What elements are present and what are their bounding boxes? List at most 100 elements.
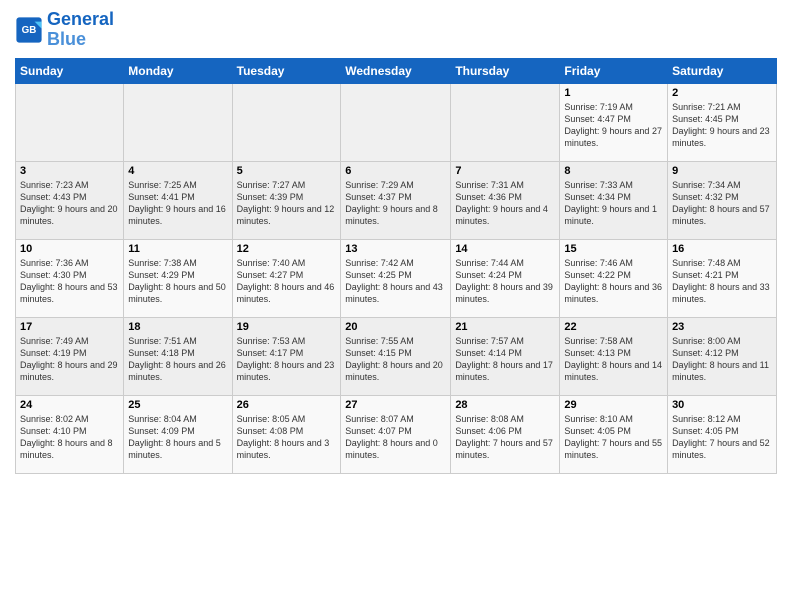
day-number: 7 bbox=[455, 165, 555, 177]
day-info: Sunrise: 7:55 AM Sunset: 4:15 PM Dayligh… bbox=[345, 335, 446, 384]
week-row-2: 3 Sunrise: 7:23 AM Sunset: 4:43 PM Daylig… bbox=[16, 161, 777, 239]
calendar-cell: 17Sunrise: 7:49 AM Sunset: 4:19 PM Dayli… bbox=[16, 317, 124, 395]
calendar-cell: 21 Sunrise: 7:57 AM Sunset: 4:14 PM Dayli… bbox=[451, 317, 560, 395]
day-number: 16 bbox=[672, 243, 772, 255]
day-number: 4 bbox=[128, 165, 227, 177]
week-row-3: 10 Sunrise: 7:36 AM Sunset: 4:30 PM Dayli… bbox=[16, 239, 777, 317]
day-info: Sunrise: 7:48 AM Sunset: 4:21 PM Dayligh… bbox=[672, 257, 772, 306]
day-info: Sunrise: 7:27 AM Sunset: 4:39 PM Dayligh… bbox=[237, 179, 337, 228]
day-number: 5 bbox=[237, 165, 337, 177]
day-info: Sunrise: 8:12 AM Sunset: 4:05 PM Dayligh… bbox=[672, 413, 772, 462]
calendar-cell: 1 Sunrise: 7:19 AM Sunset: 4:47 PM Daylig… bbox=[560, 83, 668, 161]
weekday-header-wednesday: Wednesday bbox=[341, 58, 451, 83]
day-number: 14 bbox=[455, 243, 555, 255]
calendar-cell: 19 Sunrise: 7:53 AM Sunset: 4:17 PM Dayli… bbox=[232, 317, 341, 395]
day-info: Sunrise: 7:31 AM Sunset: 4:36 PM Dayligh… bbox=[455, 179, 555, 228]
calendar-cell: 25 Sunrise: 8:04 AM Sunset: 4:09 PM Dayli… bbox=[124, 395, 232, 473]
day-number: 21 bbox=[455, 321, 555, 333]
calendar-cell: 2 Sunrise: 7:21 AM Sunset: 4:45 PM Daylig… bbox=[668, 83, 777, 161]
day-number: 20 bbox=[345, 321, 446, 333]
calendar-cell: 9 Sunrise: 7:34 AM Sunset: 4:32 PM Daylig… bbox=[668, 161, 777, 239]
logo: GB GeneralBlue bbox=[15, 10, 114, 50]
page-container: GB GeneralBlue SundayMondayTuesdayWednes… bbox=[0, 0, 792, 479]
day-info: Sunrise: 7:19 AM Sunset: 4:47 PM Dayligh… bbox=[564, 101, 663, 150]
day-number: 12 bbox=[237, 243, 337, 255]
day-number: 27 bbox=[345, 399, 446, 411]
day-info: Sunrise: 7:44 AM Sunset: 4:24 PM Dayligh… bbox=[455, 257, 555, 306]
calendar-cell: 24 Sunrise: 8:02 AM Sunset: 4:10 PM Dayli… bbox=[16, 395, 124, 473]
day-number: 24 bbox=[20, 399, 119, 411]
weekday-header-monday: Monday bbox=[124, 58, 232, 83]
calendar-cell bbox=[124, 83, 232, 161]
logo-icon: GB bbox=[15, 16, 43, 44]
calendar-cell: 26Sunrise: 8:05 AM Sunset: 4:08 PM Dayli… bbox=[232, 395, 341, 473]
day-info: Sunrise: 7:33 AM Sunset: 4:34 PM Dayligh… bbox=[564, 179, 663, 228]
day-info: Sunrise: 7:58 AM Sunset: 4:13 PM Dayligh… bbox=[564, 335, 663, 384]
calendar-cell: 6 Sunrise: 7:29 AM Sunset: 4:37 PM Daylig… bbox=[341, 161, 451, 239]
calendar-cell: 28 Sunrise: 8:08 AM Sunset: 4:06 PM Dayli… bbox=[451, 395, 560, 473]
day-info: Sunrise: 7:46 AM Sunset: 4:22 PM Dayligh… bbox=[564, 257, 663, 306]
day-number: 23 bbox=[672, 321, 772, 333]
day-info: Sunrise: 8:04 AM Sunset: 4:09 PM Dayligh… bbox=[128, 413, 227, 462]
calendar-cell: 4 Sunrise: 7:25 AM Sunset: 4:41 PM Daylig… bbox=[124, 161, 232, 239]
calendar-cell bbox=[341, 83, 451, 161]
calendar-cell: 27 Sunrise: 8:07 AM Sunset: 4:07 PM Dayli… bbox=[341, 395, 451, 473]
day-info: Sunrise: 8:05 AM Sunset: 4:08 PM Dayligh… bbox=[237, 413, 337, 462]
week-row-5: 24 Sunrise: 8:02 AM Sunset: 4:10 PM Dayli… bbox=[16, 395, 777, 473]
calendar-cell bbox=[232, 83, 341, 161]
calendar-cell: 8Sunrise: 7:33 AM Sunset: 4:34 PM Daylig… bbox=[560, 161, 668, 239]
day-info: Sunrise: 7:51 AM Sunset: 4:18 PM Dayligh… bbox=[128, 335, 227, 384]
day-number: 18 bbox=[128, 321, 227, 333]
calendar-cell: 18 Sunrise: 7:51 AM Sunset: 4:18 PM Dayli… bbox=[124, 317, 232, 395]
week-row-4: 17Sunrise: 7:49 AM Sunset: 4:19 PM Dayli… bbox=[16, 317, 777, 395]
day-info: Sunrise: 7:34 AM Sunset: 4:32 PM Dayligh… bbox=[672, 179, 772, 228]
day-info: Sunrise: 7:29 AM Sunset: 4:37 PM Dayligh… bbox=[345, 179, 446, 228]
calendar-table: SundayMondayTuesdayWednesdayThursdayFrid… bbox=[15, 58, 777, 474]
weekday-header-saturday: Saturday bbox=[668, 58, 777, 83]
day-number: 13 bbox=[345, 243, 446, 255]
day-info: Sunrise: 7:49 AM Sunset: 4:19 PM Dayligh… bbox=[20, 335, 119, 384]
calendar-cell: 10 Sunrise: 7:36 AM Sunset: 4:30 PM Dayli… bbox=[16, 239, 124, 317]
day-number: 2 bbox=[672, 87, 772, 99]
weekday-header-friday: Friday bbox=[560, 58, 668, 83]
day-number: 1 bbox=[564, 87, 663, 99]
day-info: Sunrise: 7:23 AM Sunset: 4:43 PM Dayligh… bbox=[20, 179, 119, 228]
svg-text:GB: GB bbox=[22, 25, 37, 36]
day-info: Sunrise: 7:40 AM Sunset: 4:27 PM Dayligh… bbox=[237, 257, 337, 306]
week-row-1: 1 Sunrise: 7:19 AM Sunset: 4:47 PM Daylig… bbox=[16, 83, 777, 161]
day-info: Sunrise: 7:53 AM Sunset: 4:17 PM Dayligh… bbox=[237, 335, 337, 384]
day-number: 28 bbox=[455, 399, 555, 411]
day-info: Sunrise: 7:38 AM Sunset: 4:29 PM Dayligh… bbox=[128, 257, 227, 306]
day-info: Sunrise: 8:02 AM Sunset: 4:10 PM Dayligh… bbox=[20, 413, 119, 462]
calendar-cell: 20 Sunrise: 7:55 AM Sunset: 4:15 PM Dayli… bbox=[341, 317, 451, 395]
day-info: Sunrise: 8:08 AM Sunset: 4:06 PM Dayligh… bbox=[455, 413, 555, 462]
calendar-cell: 13Sunrise: 7:42 AM Sunset: 4:25 PM Dayli… bbox=[341, 239, 451, 317]
day-info: Sunrise: 7:36 AM Sunset: 4:30 PM Dayligh… bbox=[20, 257, 119, 306]
day-info: Sunrise: 7:57 AM Sunset: 4:14 PM Dayligh… bbox=[455, 335, 555, 384]
day-number: 29 bbox=[564, 399, 663, 411]
calendar-cell: 22 Sunrise: 7:58 AM Sunset: 4:13 PM Dayli… bbox=[560, 317, 668, 395]
day-info: Sunrise: 7:21 AM Sunset: 4:45 PM Dayligh… bbox=[672, 101, 772, 150]
day-info: Sunrise: 8:07 AM Sunset: 4:07 PM Dayligh… bbox=[345, 413, 446, 462]
day-number: 19 bbox=[237, 321, 337, 333]
calendar-cell: 11Sunrise: 7:38 AM Sunset: 4:29 PM Dayli… bbox=[124, 239, 232, 317]
day-number: 30 bbox=[672, 399, 772, 411]
calendar-cell: 16 Sunrise: 7:48 AM Sunset: 4:21 PM Dayli… bbox=[668, 239, 777, 317]
calendar-cell bbox=[451, 83, 560, 161]
calendar-cell: 12 Sunrise: 7:40 AM Sunset: 4:27 PM Dayli… bbox=[232, 239, 341, 317]
day-number: 15 bbox=[564, 243, 663, 255]
calendar-cell bbox=[16, 83, 124, 161]
day-info: Sunrise: 8:00 AM Sunset: 4:12 PM Dayligh… bbox=[672, 335, 772, 384]
day-number: 3 bbox=[20, 165, 119, 177]
day-info: Sunrise: 7:25 AM Sunset: 4:41 PM Dayligh… bbox=[128, 179, 227, 228]
weekday-header-row: SundayMondayTuesdayWednesdayThursdayFrid… bbox=[16, 58, 777, 83]
weekday-header-sunday: Sunday bbox=[16, 58, 124, 83]
calendar-cell: 3 Sunrise: 7:23 AM Sunset: 4:43 PM Daylig… bbox=[16, 161, 124, 239]
day-number: 9 bbox=[672, 165, 772, 177]
calendar-cell: 29Sunrise: 8:10 AM Sunset: 4:05 PM Dayli… bbox=[560, 395, 668, 473]
weekday-header-tuesday: Tuesday bbox=[232, 58, 341, 83]
day-number: 25 bbox=[128, 399, 227, 411]
day-number: 6 bbox=[345, 165, 446, 177]
day-number: 22 bbox=[564, 321, 663, 333]
day-number: 10 bbox=[20, 243, 119, 255]
